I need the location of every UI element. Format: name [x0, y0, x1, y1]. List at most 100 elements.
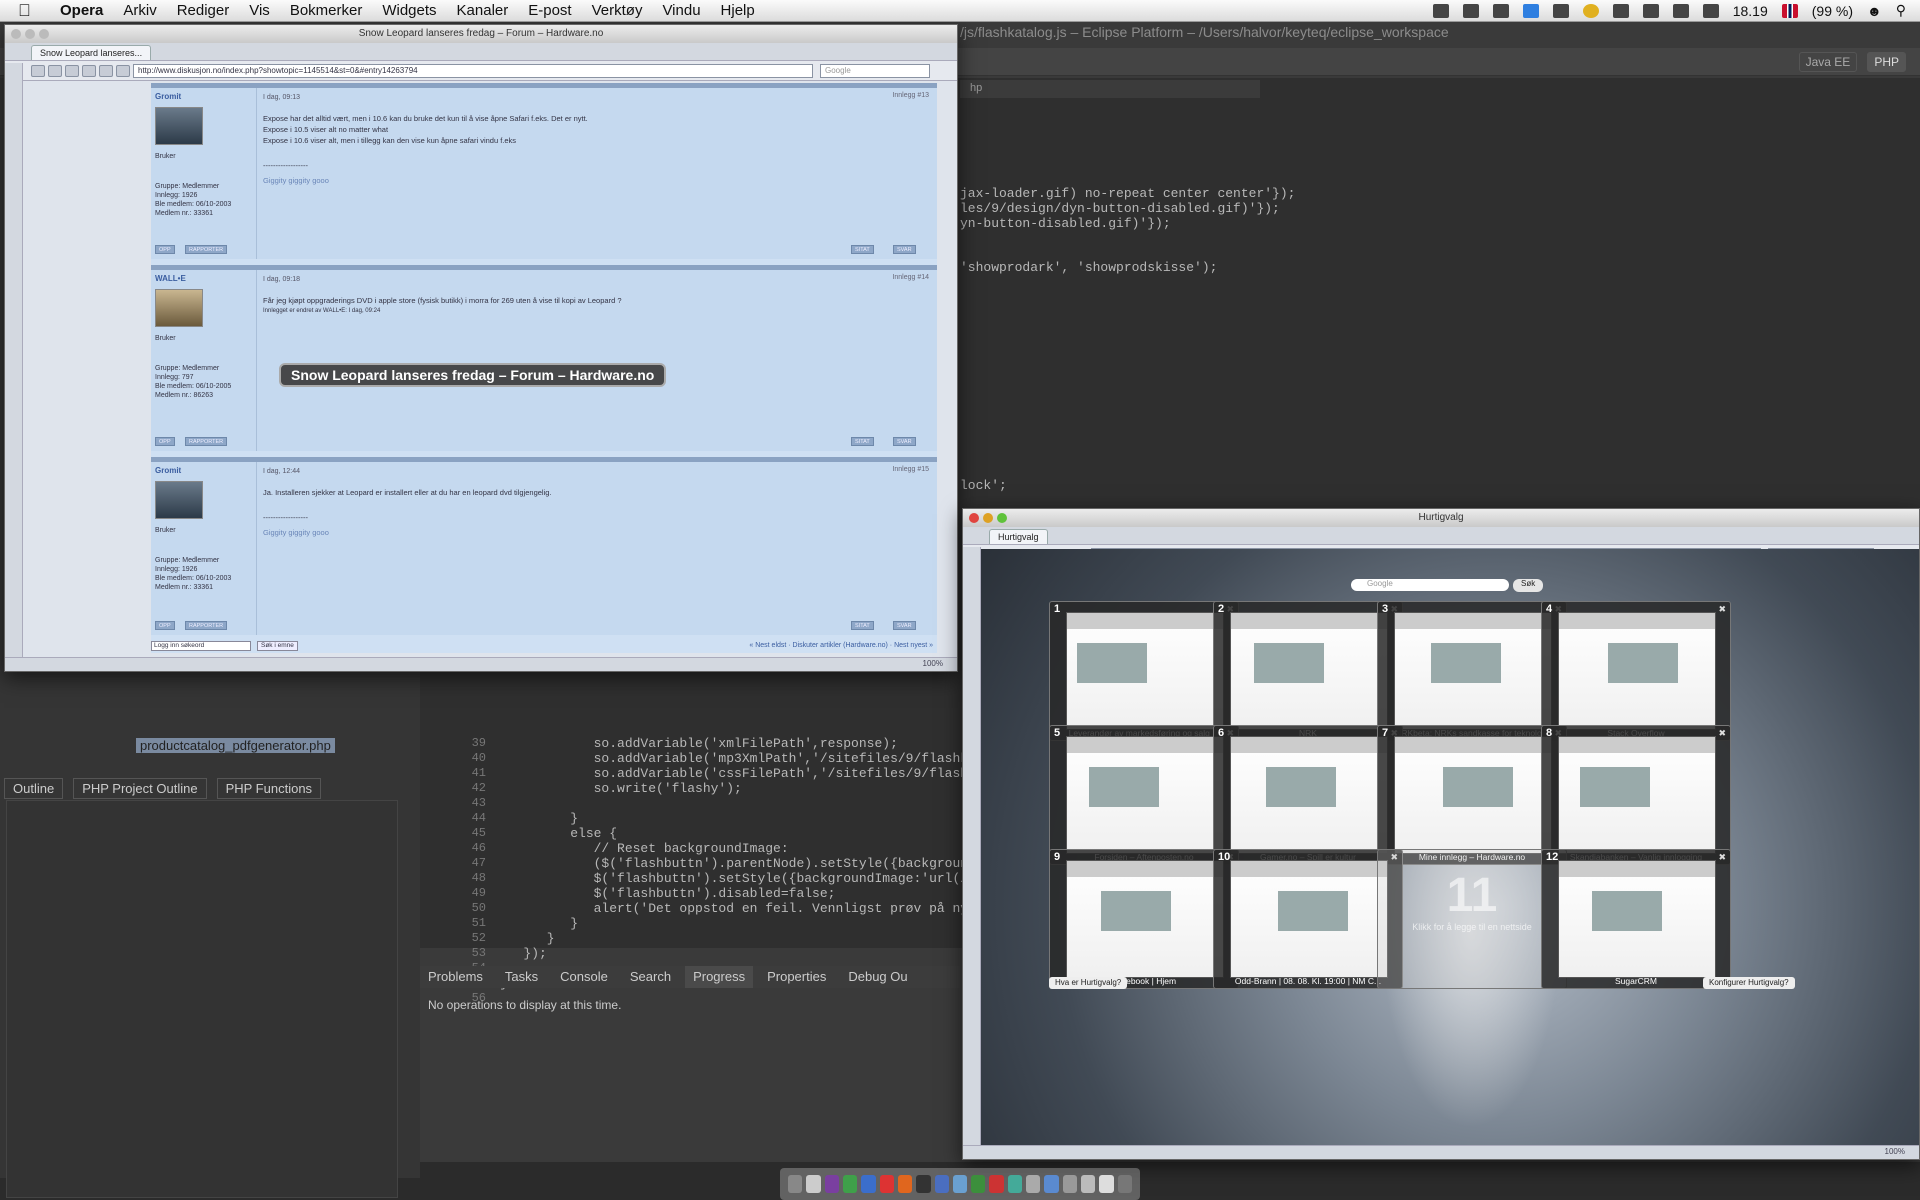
post-author[interactable]: Gromit — [155, 466, 252, 475]
menu-arkiv[interactable]: Arkiv — [113, 2, 166, 19]
app-icon[interactable] — [934, 1175, 949, 1193]
url-field[interactable]: http://www.diskusjon.no/index.php?showto… — [133, 63, 813, 78]
clock[interactable]: 18.19 — [1733, 3, 1768, 19]
post-number[interactable]: Innlegg #13 — [892, 92, 929, 99]
speeddial-search-input[interactable]: Google — [1351, 579, 1509, 591]
what-is-speeddial-link[interactable]: Hva er Hurtigvalg? — [1049, 977, 1128, 989]
speeddial-tile[interactable]: 7✖Mine innlegg – Hardware.no — [1377, 725, 1567, 865]
zoom-level[interactable]: 100% — [923, 659, 943, 668]
dropbox-icon[interactable] — [1522, 3, 1539, 18]
spaces-icon[interactable] — [1702, 3, 1719, 18]
fast-forward-icon[interactable] — [82, 64, 96, 77]
minimize-icon[interactable] — [983, 513, 993, 523]
speeddial-tile[interactable]: 6✖Gamer.no – Spill er kultur — [1213, 725, 1403, 865]
post-author[interactable]: Gromit — [155, 92, 252, 101]
trash-icon[interactable] — [1117, 1175, 1132, 1193]
menu-hjelp[interactable]: Hjelp — [711, 2, 765, 19]
tab-snow-leopard[interactable]: Snow Leopard lanseres... — [31, 45, 152, 60]
reload-icon[interactable] — [99, 64, 113, 77]
apple-menu-icon[interactable]:  — [18, 1, 40, 21]
reply-button[interactable]: SVAR — [893, 621, 916, 630]
rewind-icon[interactable] — [65, 64, 79, 77]
tile-close-icon[interactable]: ✖ — [1718, 604, 1726, 615]
tab-php-project-outline[interactable]: PHP Project Outline — [73, 778, 207, 799]
topic-navigation[interactable]: « Nest eldst · Diskuter artikler (Hardwa… — [749, 642, 933, 649]
mail-icon[interactable] — [861, 1175, 876, 1193]
menu-bokmerker[interactable]: Bokmerker — [280, 2, 373, 19]
back-icon[interactable] — [31, 64, 45, 77]
quote-button[interactable]: SITAT — [851, 245, 874, 254]
quote-button[interactable]: SITAT — [851, 621, 874, 630]
adium-dock-icon[interactable] — [842, 1175, 858, 1193]
app-icon[interactable] — [952, 1175, 968, 1193]
wifi-icon[interactable] — [1642, 3, 1659, 18]
tab-outline[interactable]: Outline — [4, 778, 64, 799]
perspective-java-ee[interactable]: Java EE — [1798, 52, 1858, 72]
minimize-icon[interactable] — [25, 29, 35, 39]
report-button[interactable]: RAPPORTER — [185, 437, 228, 446]
login-search-field[interactable]: Logg inn søkeord — [151, 641, 251, 651]
menu-vindu[interactable]: Vindu — [652, 2, 710, 19]
menu-verktoy[interactable]: Verktøy — [582, 2, 653, 19]
speeddial-tile[interactable]: 5✖Forsiden – Aftenposten.no — [1049, 725, 1239, 865]
speeddial-tile[interactable]: 8✖Skandiabanken – Vanlig innlogging — [1541, 725, 1731, 865]
display-icon[interactable] — [1612, 3, 1629, 18]
warning-icon[interactable] — [1582, 3, 1599, 18]
forward-icon[interactable] — [48, 64, 62, 77]
speeddial-search-button[interactable]: Søk — [1513, 579, 1544, 592]
spotlight-icon[interactable]: ⚲ — [1896, 2, 1906, 19]
opera-icon[interactable] — [879, 1175, 894, 1193]
user-icon[interactable]: ☻ — [1867, 3, 1882, 19]
close-icon[interactable] — [969, 513, 979, 523]
menu-widgets[interactable]: Widgets — [372, 2, 446, 19]
tab-console[interactable]: Console — [552, 966, 616, 988]
tab-debug-output[interactable]: Debug Ou — [840, 966, 915, 988]
post-author[interactable]: WALL•E — [155, 274, 252, 283]
menu-opera[interactable]: Opera — [50, 2, 113, 19]
speeddial-tile[interactable]: 9✖Facebook | Hjem — [1049, 849, 1239, 989]
speeddial-tile[interactable]: 12 ✖ SugarCRM — [1541, 849, 1731, 989]
speeddial-tile[interactable]: 2✖NRK — [1213, 601, 1403, 741]
zoom-icon[interactable] — [39, 29, 49, 39]
folder-icon[interactable] — [1081, 1175, 1096, 1193]
adium-icon[interactable] — [1432, 3, 1449, 18]
speeddial-tile[interactable]: 3✖NRKbeta: NRKs sandkasse for teknolo... — [1377, 601, 1567, 741]
battery-status[interactable]: (99 %) — [1812, 3, 1853, 19]
post-number[interactable]: Innlegg #14 — [892, 274, 929, 281]
app-icon[interactable] — [1062, 1175, 1077, 1193]
document-icon[interactable] — [1099, 1175, 1114, 1193]
menu-meters-icon[interactable] — [1552, 3, 1569, 18]
up-button[interactable]: OPP — [155, 245, 175, 254]
menu-e-post[interactable]: E-post — [518, 2, 581, 19]
reply-button[interactable]: SVAR — [893, 245, 916, 254]
reply-button[interactable]: SVAR — [893, 437, 916, 446]
tab-tasks[interactable]: Tasks — [497, 966, 546, 988]
zoom-icon[interactable] — [997, 513, 1007, 523]
tab-hurtigvalg[interactable]: Hurtigvalg — [989, 529, 1048, 544]
phone-icon[interactable] — [1462, 3, 1479, 18]
speeddial-tile[interactable]: 10 ✖ Odd-Brann | 08. 08. Kl. 19:00 | NM C.… — [1213, 849, 1403, 989]
up-button[interactable]: OPP — [155, 437, 175, 446]
editor-tab[interactable]: hp — [960, 80, 1260, 98]
forum-side-panel[interactable] — [5, 63, 23, 659]
tile-close-icon[interactable]: ✖ — [1718, 728, 1726, 739]
speeddial-tile[interactable]: 4✖Stack Overflow — [1541, 601, 1731, 741]
tab-php-functions[interactable]: PHP Functions — [216, 778, 322, 799]
post-signature[interactable]: Giggity giggity gooo — [263, 527, 923, 538]
app-icon[interactable] — [1026, 1175, 1041, 1193]
menu-rediger[interactable]: Rediger — [167, 2, 240, 19]
norwegian-flag-icon[interactable] — [1781, 3, 1798, 18]
report-button[interactable]: RAPPORTER — [185, 621, 228, 630]
app-icon[interactable] — [1044, 1175, 1059, 1193]
post-signature[interactable]: Giggity giggity gooo — [263, 175, 923, 186]
tab-search[interactable]: Search — [622, 966, 679, 988]
app-icon[interactable] — [971, 1175, 986, 1193]
up-button[interactable]: OPP — [155, 621, 175, 630]
post-number[interactable]: Innlegg #15 — [892, 466, 929, 473]
menu-kanaler[interactable]: Kanaler — [447, 2, 519, 19]
app-icon[interactable] — [824, 1175, 839, 1193]
tab-properties[interactable]: Properties — [759, 966, 834, 988]
quote-button[interactable]: SITAT — [851, 437, 874, 446]
file-productcatalog-pdfgenerator[interactable]: productcatalog_pdfgenerator.php — [136, 738, 335, 753]
zoom-level[interactable]: 100% — [1885, 1147, 1905, 1156]
